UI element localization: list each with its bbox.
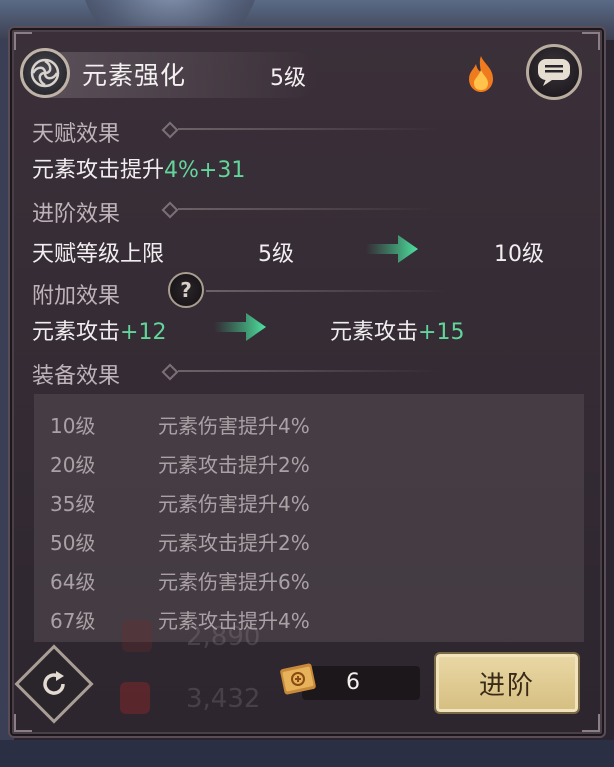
list-item: 50级 元素攻击提升2% bbox=[50, 531, 310, 555]
section-advance-heading: 进阶效果 bbox=[32, 202, 121, 227]
list-item: 35级 元素伤害提升4% bbox=[50, 492, 310, 516]
section-equip-heading: 装备效果 bbox=[32, 364, 121, 389]
advance-to: 10级 bbox=[494, 242, 544, 267]
list-item: 64级 元素伤害提升6% bbox=[50, 570, 310, 594]
cost-value: 6 bbox=[346, 670, 360, 695]
section-extra-heading: 附加效果 bbox=[32, 284, 121, 309]
list-item: 20级 元素攻击提升2% bbox=[50, 453, 310, 477]
refresh-icon bbox=[26, 656, 82, 712]
list-item: 10级 元素伤害提升4% bbox=[50, 414, 310, 438]
background-stat: 3,432 bbox=[186, 684, 261, 714]
extra-from: 元素攻击+12 bbox=[32, 320, 167, 345]
advance-button[interactable]: 进阶 bbox=[436, 654, 578, 712]
extra-to: 元素攻击+15 bbox=[330, 320, 465, 345]
question-icon: ? bbox=[180, 278, 192, 302]
help-button[interactable]: ? bbox=[168, 272, 204, 308]
fire-icon bbox=[464, 54, 498, 94]
chat-bubble-icon bbox=[538, 59, 570, 86]
list-item: 67级 元素攻击提升4% bbox=[50, 609, 310, 633]
talent-effect-line: 元素攻击提升4%+31 bbox=[32, 158, 246, 183]
advance-label: 天赋等级上限 bbox=[32, 242, 165, 267]
arrow-right-icon bbox=[364, 232, 420, 266]
section-talent-heading: 天赋效果 bbox=[32, 122, 121, 147]
skill-title: 元素强化 bbox=[82, 61, 187, 90]
flame-icon bbox=[120, 682, 150, 714]
skill-level: 5级 bbox=[270, 66, 306, 91]
advance-from: 5级 bbox=[258, 242, 294, 267]
chat-button[interactable] bbox=[526, 44, 582, 100]
swirl-icon bbox=[20, 48, 70, 98]
scroll-icon bbox=[274, 654, 324, 704]
arrow-right-icon bbox=[212, 310, 268, 344]
